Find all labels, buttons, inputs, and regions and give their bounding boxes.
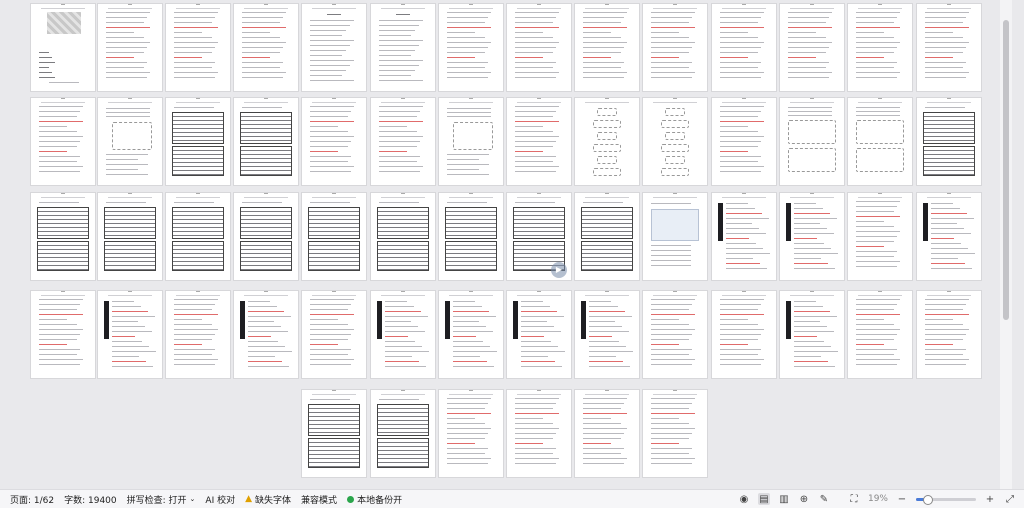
- page-thumbnail[interactable]: [371, 390, 435, 477]
- page-thumbnail[interactable]: [575, 291, 639, 378]
- book-view-icon[interactable]: ▥: [778, 493, 790, 505]
- page-thumbnail[interactable]: [575, 193, 639, 280]
- backup-status-icon: [347, 495, 355, 503]
- eye-icon[interactable]: ◉: [738, 493, 750, 505]
- page-thumbnail[interactable]: [302, 390, 366, 477]
- page-thumbnail[interactable]: [439, 291, 503, 378]
- page-indicator[interactable]: 页面: 1/62: [10, 493, 54, 506]
- web-view-icon[interactable]: ⊕: [798, 493, 810, 505]
- page-thumbnail[interactable]: [371, 193, 435, 280]
- page-thumbnail[interactable]: [507, 98, 571, 185]
- page-thumbnail[interactable]: [643, 98, 707, 185]
- page-thumbnail[interactable]: [31, 98, 95, 185]
- page-thumbnail[interactable]: [166, 291, 230, 378]
- warning-icon: ▲: [245, 494, 253, 504]
- play-icon[interactable]: ▶: [551, 262, 567, 278]
- page-thumbnail[interactable]: [507, 291, 571, 378]
- page-thumbnail[interactable]: [234, 193, 298, 280]
- page-thumbnail[interactable]: [780, 98, 844, 185]
- page-thumbnail[interactable]: [712, 291, 776, 378]
- spellcheck-toggle[interactable]: 拼写检查: 打开 ⌄: [127, 493, 196, 506]
- page-thumbnail[interactable]: [712, 98, 776, 185]
- page-thumbnail[interactable]: [98, 98, 162, 185]
- page-thumbnail[interactable]: [917, 291, 981, 378]
- page-thumbnail[interactable]: [302, 193, 366, 280]
- page-thumbnail[interactable]: [575, 4, 639, 91]
- page-thumbnail[interactable]: [575, 98, 639, 185]
- page-view-icon[interactable]: ▤: [757, 493, 770, 505]
- chevron-down-icon: ⌄: [189, 495, 196, 503]
- page-thumbnail[interactable]: [439, 98, 503, 185]
- fullscreen-icon[interactable]: ⤢: [1004, 493, 1016, 505]
- page-thumbnail[interactable]: [302, 98, 366, 185]
- page-thumbnail[interactable]: [371, 291, 435, 378]
- page-thumbnail[interactable]: [234, 291, 298, 378]
- page-thumbnail[interactable]: [234, 98, 298, 185]
- local-backup-label: 本地备份开: [357, 495, 403, 506]
- page-thumbnail[interactable]: [712, 4, 776, 91]
- page-thumbnail[interactable]: [848, 291, 912, 378]
- page-thumbnail[interactable]: [166, 98, 230, 185]
- compat-mode-label: 兼容模式: [301, 495, 338, 506]
- ai-proofread-button[interactable]: AI 校对: [205, 493, 235, 506]
- scrollbar-thumb[interactable]: [1003, 20, 1009, 320]
- page-thumbnail[interactable]: [780, 193, 844, 280]
- zoom-value[interactable]: 19%: [868, 494, 888, 504]
- pen-icon[interactable]: ✎: [818, 493, 830, 505]
- page-thumbnail[interactable]: [917, 193, 981, 280]
- local-backup-button[interactable]: 本地备份开: [347, 493, 402, 506]
- zoom-slider-knob[interactable]: [923, 494, 934, 505]
- page-thumbnail[interactable]: [848, 193, 912, 280]
- spellcheck-label: 拼写检查: 打开: [126, 495, 187, 506]
- page-thumbnail[interactable]: [848, 4, 912, 91]
- zoom-slider[interactable]: [916, 494, 976, 505]
- page-thumbnail[interactable]: [302, 4, 366, 91]
- page-thumbnail[interactable]: [507, 390, 571, 477]
- plus-icon[interactable]: +: [984, 493, 996, 505]
- page-thumbnail[interactable]: [712, 193, 776, 280]
- page-thumbnail[interactable]: [439, 4, 503, 91]
- page-thumbnail[interactable]: [371, 98, 435, 185]
- page-thumbnail[interactable]: [643, 4, 707, 91]
- page-thumbnail[interactable]: [780, 291, 844, 378]
- page-thumbnail[interactable]: [643, 193, 707, 280]
- page-thumbnail[interactable]: [848, 98, 912, 185]
- page-thumbnail[interactable]: [917, 98, 981, 185]
- page-thumbnail[interactable]: [98, 193, 162, 280]
- page-thumbnail[interactable]: [31, 4, 95, 91]
- vertical-scrollbar[interactable]: [1000, 0, 1012, 489]
- page-thumbnail[interactable]: [166, 4, 230, 91]
- page-thumbnail[interactable]: [439, 390, 503, 477]
- page-thumbnail[interactable]: [439, 193, 503, 280]
- page-thumbnail[interactable]: [31, 193, 95, 280]
- page-thumbnail[interactable]: [31, 291, 95, 378]
- page-thumbnail[interactable]: [234, 4, 298, 91]
- page-thumbnail[interactable]: [302, 291, 366, 378]
- page-thumbnail[interactable]: [643, 390, 707, 477]
- page-thumbnail[interactable]: [643, 291, 707, 378]
- fit-page-icon[interactable]: ⛶: [848, 493, 860, 505]
- word-count[interactable]: 字数: 19400: [64, 493, 117, 506]
- minus-icon[interactable]: −: [896, 493, 908, 505]
- page-thumbnail[interactable]: [917, 4, 981, 91]
- page-thumbnail[interactable]: [98, 291, 162, 378]
- page-thumbnail[interactable]: [575, 390, 639, 477]
- page-thumbnail[interactable]: [166, 193, 230, 280]
- page-thumbnail[interactable]: [371, 4, 435, 91]
- missing-font-label: 缺失字体: [255, 495, 292, 506]
- document-thumbnail-canvas[interactable]: ▶: [0, 0, 1012, 489]
- page-thumbnail[interactable]: [98, 4, 162, 91]
- page-thumbnail[interactable]: [507, 4, 571, 91]
- status-bar: 页面: 1/62 字数: 19400 拼写检查: 打开 ⌄ AI 校对 ▲ 缺失…: [0, 489, 1024, 508]
- page-thumbnail[interactable]: [780, 4, 844, 91]
- missing-font-button[interactable]: ▲ 缺失字体: [245, 493, 291, 506]
